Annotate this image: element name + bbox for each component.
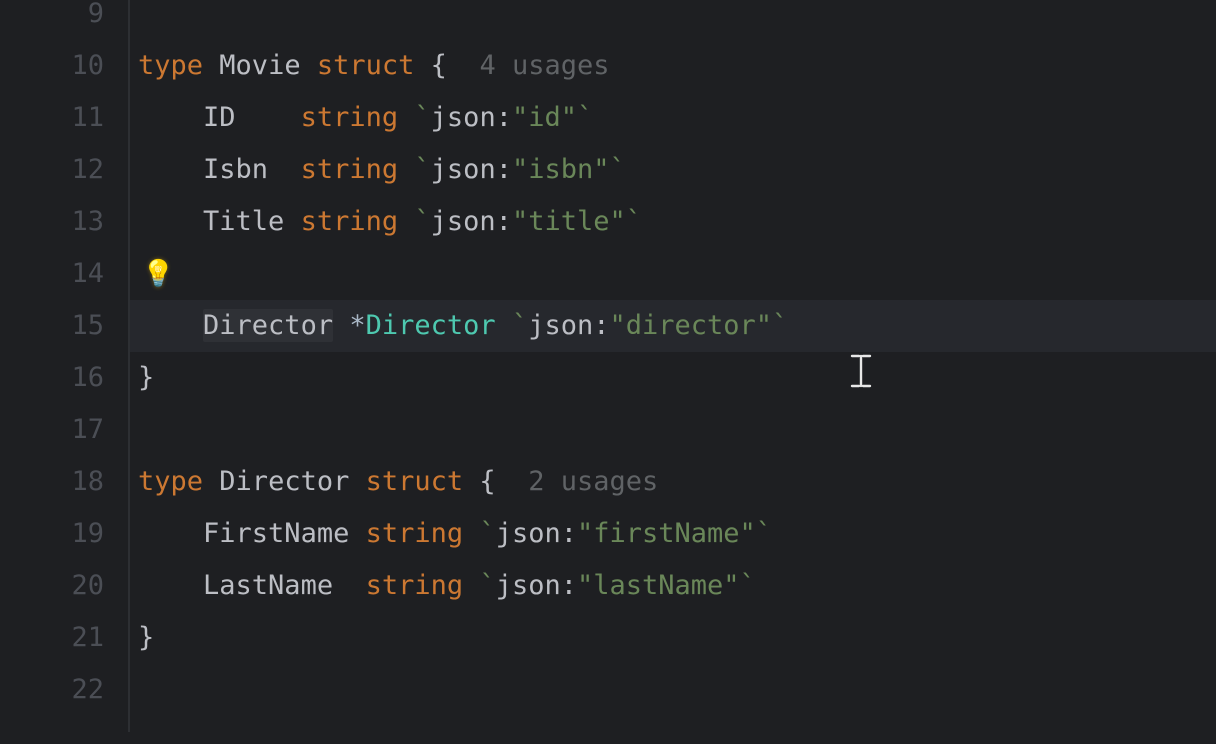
- code-line[interactable]: ID string `json:"id"`: [130, 92, 1216, 144]
- code-editor[interactable]: 910111213141516171819202122 type Movie s…: [0, 0, 1216, 732]
- line-number: 14: [0, 248, 104, 300]
- code-line[interactable]: Title string `json:"title"`: [130, 196, 1216, 248]
- code-line[interactable]: [130, 0, 1216, 40]
- keyword-type: type: [138, 466, 203, 497]
- field-type: string: [301, 206, 399, 237]
- pointer-star: *: [349, 310, 365, 341]
- brace-open: {: [431, 50, 447, 81]
- code-line[interactable]: Director *Director `json:"director"`: [130, 300, 1216, 352]
- struct-tag: `: [479, 570, 495, 601]
- line-number: 16: [0, 352, 104, 404]
- struct-tag: `: [414, 102, 430, 133]
- line-number: 20: [0, 560, 104, 612]
- line-number: 15: [0, 300, 104, 352]
- line-number: 11: [0, 92, 104, 144]
- struct-tag: `: [512, 310, 528, 341]
- brace-open: {: [479, 466, 495, 497]
- brace-close: }: [138, 362, 154, 393]
- field-name: Director: [203, 309, 333, 342]
- code-line[interactable]: [130, 404, 1216, 456]
- field-type: string: [301, 102, 399, 133]
- code-line[interactable]: }: [130, 612, 1216, 664]
- struct-tag: `: [414, 206, 430, 237]
- field-name: ID: [203, 102, 236, 133]
- field-type: string: [301, 154, 399, 185]
- line-number: 18: [0, 456, 104, 508]
- code-line[interactable]: }: [130, 352, 1216, 404]
- type-name: Movie: [219, 50, 300, 81]
- usages-hint[interactable]: 4 usages: [479, 50, 609, 81]
- code-line[interactable]: LastName string `json:"lastName"`: [130, 560, 1216, 612]
- line-number: 22: [0, 664, 104, 716]
- code-line[interactable]: type Movie struct { 4 usages: [130, 40, 1216, 92]
- code-line[interactable]: FirstName string `json:"firstName"`: [130, 508, 1216, 560]
- keyword-struct: struct: [317, 50, 415, 81]
- lightbulb-icon[interactable]: 💡: [142, 248, 174, 300]
- line-number: 12: [0, 144, 104, 196]
- line-number: 10: [0, 40, 104, 92]
- line-number: 13: [0, 196, 104, 248]
- field-name: FirstName: [203, 518, 349, 549]
- field-name: Isbn: [203, 154, 268, 185]
- field-type: string: [366, 570, 464, 601]
- struct-tag: `: [414, 154, 430, 185]
- code-line[interactable]: 💡: [130, 248, 1216, 300]
- code-area[interactable]: type Movie struct { 4 usages ID string `…: [130, 0, 1216, 732]
- usages-hint[interactable]: 2 usages: [528, 466, 658, 497]
- type-reference: Director: [366, 310, 496, 341]
- code-line[interactable]: Isbn string `json:"isbn"`: [130, 144, 1216, 196]
- line-number-gutter: 910111213141516171819202122: [0, 0, 130, 732]
- line-number: 19: [0, 508, 104, 560]
- field-name: Title: [203, 206, 284, 237]
- line-number: 21: [0, 612, 104, 664]
- keyword-struct: struct: [366, 466, 464, 497]
- line-number: 9: [0, 0, 104, 40]
- field-name: LastName: [203, 570, 333, 601]
- code-line[interactable]: type Director struct { 2 usages: [130, 456, 1216, 508]
- field-type: string: [366, 518, 464, 549]
- keyword-type: type: [138, 50, 203, 81]
- code-line[interactable]: [130, 664, 1216, 716]
- type-name: Director: [219, 466, 349, 497]
- brace-close: }: [138, 622, 154, 653]
- struct-tag: `: [479, 518, 495, 549]
- line-number: 17: [0, 404, 104, 456]
